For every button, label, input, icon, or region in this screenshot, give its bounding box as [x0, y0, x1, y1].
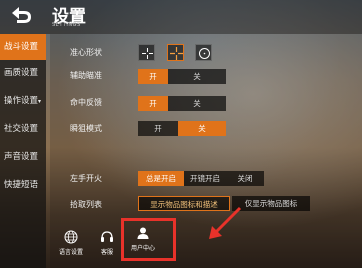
sidebar-item-label: 社交设置	[4, 124, 39, 134]
scope-mode-label: 瞬狙模式	[70, 124, 102, 133]
left-fire-always-button[interactable]: 总是开启	[138, 171, 184, 186]
sidebar-item-label: 声音设置	[4, 152, 39, 162]
pickup-list-label: 拾取列表	[70, 200, 102, 209]
sidebar-item-quick-chat[interactable]: 快捷短语	[0, 172, 46, 198]
headset-icon	[101, 231, 113, 242]
crosshair-small-icon[interactable]	[138, 44, 155, 61]
left-fire-label: 左手开火	[70, 174, 102, 183]
sidebar-item-label: 画质设置	[4, 68, 39, 78]
crosshair-large-icon[interactable]	[167, 44, 184, 61]
hit-feedback-on-button[interactable]: 开	[138, 96, 168, 111]
hit-feedback-label: 命中反馈	[70, 98, 102, 107]
sidebar-item-label: 快捷短语	[4, 180, 39, 190]
sidebar-item-social[interactable]: 社交设置	[0, 116, 46, 142]
header-bar: 设置 SETTINGS	[0, 0, 362, 34]
left-fire-off-button[interactable]: 关闭	[226, 171, 264, 186]
globe-icon	[64, 230, 78, 244]
scope-mode-off-button[interactable]: 关	[178, 121, 226, 136]
crosshair-label: 准心形状	[70, 48, 102, 57]
page-subtitle: SETTINGS	[52, 22, 81, 28]
aim-assist-label: 辅助瞄准	[70, 71, 102, 80]
back-arrow-icon[interactable]	[6, 4, 36, 30]
sidebar-item-label: 战斗设置	[4, 42, 39, 52]
sidebar-item-label: 操作设置	[4, 96, 39, 106]
crosshair-circle-icon[interactable]	[195, 44, 212, 61]
hit-feedback-off-button[interactable]: 关	[168, 96, 226, 111]
left-fire-scope-button[interactable]: 开镜开启	[184, 171, 226, 186]
sidebar-item-sound[interactable]: 声音设置	[0, 144, 46, 170]
sidebar-item-graphics[interactable]: 画质设置	[0, 60, 46, 86]
scope-mode-on-button[interactable]: 开	[138, 121, 178, 136]
pointer-arrow-icon	[209, 206, 242, 239]
sidebar: 战斗设置 画质设置 操作设置▾ 社交设置 声音设置 快捷短语	[0, 34, 46, 268]
chevron-down-icon: ▾	[38, 98, 42, 105]
language-settings-button[interactable]: 语言设置	[56, 230, 86, 260]
aim-assist-on-button[interactable]: 开	[138, 69, 168, 84]
sidebar-item-combat[interactable]: 战斗设置	[0, 34, 46, 60]
customer-service-label: 客服	[100, 249, 113, 256]
aim-assist-off-button[interactable]: 关	[168, 69, 226, 84]
highlight-box	[121, 218, 176, 261]
customer-service-button[interactable]: 客服	[92, 230, 122, 260]
language-settings-label: 语言设置	[58, 249, 83, 256]
sidebar-item-controls[interactable]: 操作设置▾	[0, 88, 46, 114]
